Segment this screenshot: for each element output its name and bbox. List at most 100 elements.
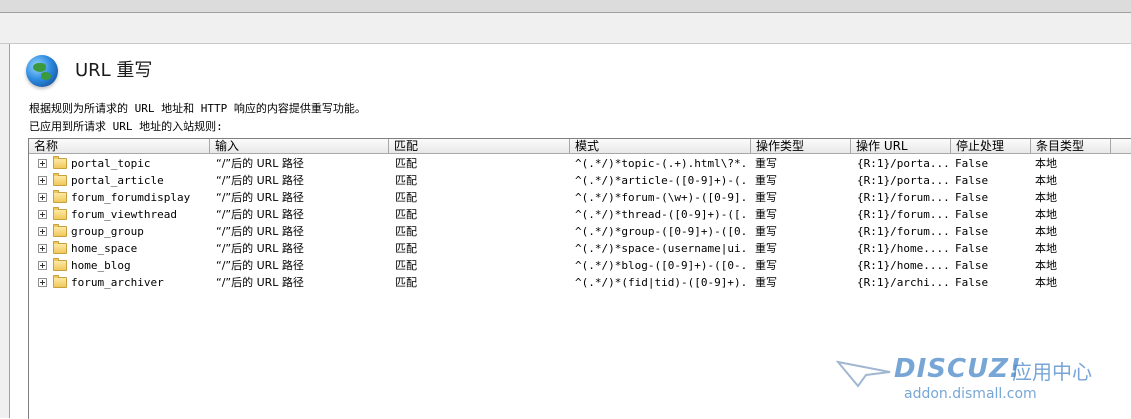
cell-entry-type: 本地 — [1035, 259, 1057, 272]
table-row[interactable]: group_group “/”后的 URL 路径 匹配 ^(.*/)*group-([… — [29, 223, 1131, 240]
cell-pattern: ^(.*/)*topic-(.+).html\?*... — [575, 157, 749, 170]
watermark-subtitle: 应用中心 — [1012, 360, 1092, 384]
cell-input: “/”后的 URL 路径 — [216, 225, 304, 238]
cell-action-type: 重写 — [755, 157, 777, 170]
cell-entry-type: 本地 — [1035, 225, 1057, 238]
cell-action-url: {R:1}/forum... — [857, 191, 949, 204]
cell-entry-type: 本地 — [1035, 191, 1057, 204]
watermark-brand: DISCUZ! — [894, 354, 1022, 384]
cell-match: 匹配 — [395, 208, 417, 221]
expand-plus-icon[interactable] — [38, 159, 47, 168]
folder-icon — [53, 173, 67, 186]
expand-plus-icon[interactable] — [38, 193, 47, 202]
folder-icon — [53, 258, 67, 271]
cell-action-type: 重写 — [755, 242, 777, 255]
table-row[interactable]: home_space “/”后的 URL 路径 匹配 ^(.*/)*space-(us… — [29, 240, 1131, 257]
cell-action-type: 重写 — [755, 259, 777, 272]
cell-stop: False — [955, 242, 989, 255]
column-header-name[interactable]: 名称 — [29, 139, 210, 154]
column-header-action-url[interactable]: 操作 URL — [851, 139, 951, 154]
cell-name: portal_topic — [71, 157, 151, 170]
cell-name: forum_archiver — [71, 276, 164, 289]
table-row[interactable]: forum_forumdisplay “/”后的 URL 路径 匹配 ^(.*/)*f… — [29, 189, 1131, 206]
cell-match: 匹配 — [395, 242, 417, 255]
address-strip — [0, 13, 1131, 44]
cell-pattern: ^(.*/)*forum-(\w+)-([0-9]... — [575, 191, 749, 204]
cell-input: “/”后的 URL 路径 — [216, 208, 304, 221]
folder-icon — [53, 224, 67, 237]
table-row[interactable]: forum_viewthread “/”后的 URL 路径 匹配 ^(.*/)*thr… — [29, 206, 1131, 223]
page-title: URL 重写 — [75, 60, 153, 81]
cell-stop: False — [955, 157, 989, 170]
cell-action-type: 重写 — [755, 174, 777, 187]
folder-icon — [53, 190, 67, 203]
globe-icon — [26, 55, 58, 87]
column-header-pattern[interactable]: 模式 — [570, 139, 751, 154]
watermark-url: addon.dismall.com — [904, 386, 1037, 402]
table-row[interactable]: portal_topic “/”后的 URL 路径 匹配 ^(.*/)*topic-(… — [29, 155, 1131, 172]
column-header-match[interactable]: 匹配 — [389, 139, 570, 154]
cell-match: 匹配 — [395, 276, 417, 289]
expand-plus-icon[interactable] — [38, 210, 47, 219]
cell-match: 匹配 — [395, 157, 417, 170]
connections-pane-edge[interactable] — [0, 44, 10, 418]
cell-name: portal_article — [71, 174, 164, 187]
cell-pattern: ^(.*/)*(fid|tid)-([0-9]+)... — [575, 276, 749, 289]
cell-input: “/”后的 URL 路径 — [216, 191, 304, 204]
table-row[interactable]: portal_article “/”后的 URL 路径 匹配 ^(.*/)*artic… — [29, 172, 1131, 189]
cell-stop: False — [955, 225, 989, 238]
cell-action-url: {R:1}/archi... — [857, 276, 949, 289]
folder-icon — [53, 207, 67, 220]
cell-pattern: ^(.*/)*blog-([0-9]+)-([0-... — [575, 259, 749, 272]
cell-stop: False — [955, 259, 989, 272]
cell-stop: False — [955, 276, 989, 289]
cell-input: “/”后的 URL 路径 — [216, 174, 304, 187]
cell-action-type: 重写 — [755, 225, 777, 238]
folder-icon — [53, 156, 67, 169]
cell-pattern: ^(.*/)*thread-([0-9]+)-([... — [575, 208, 749, 221]
cell-action-url: {R:1}/porta... — [857, 157, 949, 170]
expand-plus-icon[interactable] — [38, 176, 47, 185]
column-header-stop[interactable]: 停止处理 — [951, 139, 1031, 154]
column-header-entry-type[interactable]: 条目类型 — [1031, 139, 1111, 154]
expand-plus-icon[interactable] — [38, 227, 47, 236]
cell-action-url: {R:1}/porta... — [857, 174, 949, 187]
cell-action-url: {R:1}/home.... — [857, 242, 949, 255]
window-top-bar — [0, 0, 1131, 13]
cell-action-type: 重写 — [755, 191, 777, 204]
folder-icon — [53, 241, 67, 254]
cell-action-type: 重写 — [755, 208, 777, 221]
expand-plus-icon[interactable] — [38, 261, 47, 270]
cell-match: 匹配 — [395, 225, 417, 238]
cell-input: “/”后的 URL 路径 — [216, 259, 304, 272]
cell-action-url: {R:1}/home.... — [857, 259, 949, 272]
cursor-arrow-logo — [836, 360, 891, 388]
column-header-input[interactable]: 输入 — [210, 139, 389, 154]
cell-name: home_space — [71, 242, 138, 255]
cell-match: 匹配 — [395, 174, 417, 187]
cell-name: forum_forumdisplay — [71, 191, 191, 204]
folder-icon — [53, 275, 67, 288]
cell-match: 匹配 — [395, 259, 417, 272]
cell-stop: False — [955, 174, 989, 187]
expand-plus-icon[interactable] — [38, 278, 47, 287]
cell-action-url: {R:1}/forum... — [857, 208, 949, 221]
column-header-action-type[interactable]: 操作类型 — [751, 139, 851, 154]
column-header-filler — [1111, 139, 1131, 154]
cell-name: home_blog — [71, 259, 131, 272]
feature-description: 根据规则为所请求的 URL 地址和 HTTP 响应的内容提供重写功能。 — [29, 102, 366, 115]
cell-entry-type: 本地 — [1035, 208, 1057, 221]
cell-entry-type: 本地 — [1035, 242, 1057, 255]
cell-input: “/”后的 URL 路径 — [216, 242, 304, 255]
cell-stop: False — [955, 191, 989, 204]
table-row[interactable]: forum_archiver “/”后的 URL 路径 匹配 ^(.*/)*(fid|… — [29, 274, 1131, 291]
cell-stop: False — [955, 208, 989, 221]
cell-pattern: ^(.*/)*article-([0-9]+)-(... — [575, 174, 749, 187]
cell-action-type: 重写 — [755, 276, 777, 289]
expand-plus-icon[interactable] — [38, 244, 47, 253]
cell-input: “/”后的 URL 路径 — [216, 157, 304, 170]
discuz-watermark: DISCUZ! 应用中心 addon.dismall.com — [836, 352, 1126, 412]
cell-input: “/”后的 URL 路径 — [216, 276, 304, 289]
applied-rules-label: 已应用到所请求 URL 地址的入站规则: — [29, 120, 223, 133]
table-row[interactable]: home_blog “/”后的 URL 路径 匹配 ^(.*/)*blog-([0-9… — [29, 257, 1131, 274]
